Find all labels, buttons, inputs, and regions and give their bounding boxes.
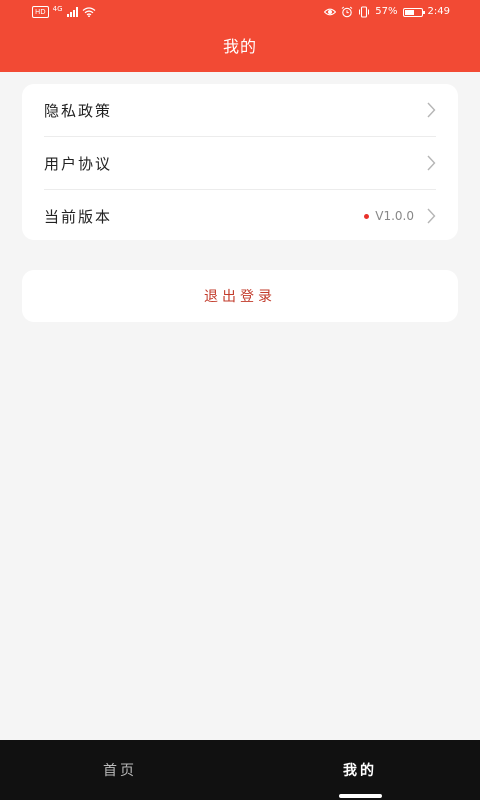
logout-label: 退出登录 [204,289,276,305]
network-type: 4G [52,5,63,13]
version-value: V1.0.0 [375,209,414,223]
menu-item-current-version[interactable]: 当前版本 V1.0.0 [44,190,436,242]
battery-icon [402,7,425,17]
settings-menu: 隐私政策 用户协议 当前版本 V1.0.0 [22,84,458,240]
eye-icon [324,8,337,16]
wifi-icon [82,7,95,17]
signal-icon [66,7,78,17]
bottom-tab-bar: 首页 我的 [0,740,480,800]
update-dot [364,213,370,219]
battery-percent: 57% [375,6,398,17]
alarm-icon [341,6,353,18]
chevron-right-icon [427,208,436,224]
battery-level [404,9,414,15]
home-indicator[interactable] [339,794,382,798]
clock: 2:49 [427,6,450,17]
menu-item-label: 当前版本 [44,207,113,226]
vibrate-icon [359,6,370,18]
menu-item-right [426,155,436,171]
chevron-right-icon [427,155,436,171]
status-bar-left: HD 4G [32,0,96,24]
tab-home[interactable]: 首页 [0,740,240,800]
menu-item-user-agreement[interactable]: 用户协议 [44,137,436,190]
app-header: HD 4G 57% 2:49 我的 [0,0,480,72]
menu-item-right: V1.0.0 [364,208,436,224]
page-title: 我的 [222,37,257,56]
menu-item-right [426,102,436,118]
tab-mine[interactable]: 我的 [240,740,480,800]
menu-item-label: 用户协议 [44,154,113,173]
menu-item-privacy-policy[interactable]: 隐私政策 [44,84,436,137]
hd-badge: HD [32,6,49,18]
status-bar-right: 57% 2:49 [324,0,450,24]
menu-item-label: 隐私政策 [44,101,113,120]
chevron-right-icon [427,102,436,118]
logout-button[interactable]: 退出登录 [22,270,458,322]
status-bar: HD 4G 57% 2:49 [0,0,480,24]
